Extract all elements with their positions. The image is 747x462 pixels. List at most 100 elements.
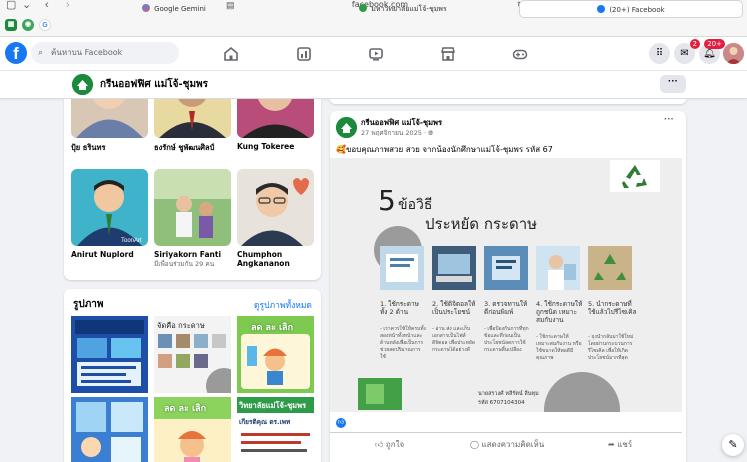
favorite-green-icon[interactable]: ◉ xyxy=(22,19,34,31)
friend-photo-4[interactable]: ToonArt xyxy=(71,169,148,246)
friend-name-2[interactable]: ธงรักษ์ ชูพัฒนศิลป์ xyxy=(154,142,214,154)
step-5-body: - ถุงนำกลับมาใช้ใหม่ โดยผ่านกระบวนการรีไ… xyxy=(588,334,634,361)
pages-icon[interactable] xyxy=(296,46,312,62)
page-more-button[interactable]: ··· xyxy=(660,75,686,93)
post-text: 🥰ขอบคุณภาพสวย สวย จากน้องนักศึกษาแม่โจ้-… xyxy=(336,145,553,154)
infographic-credit-id: รหัส 6707104304 xyxy=(478,400,525,406)
page-name[interactable]: กรีนออฟฟิศ แม่โจ้-ชุมพร xyxy=(100,77,208,92)
post-actions: 👍︎ ถูกใจ ◯ แสดงความคิดเห็น ➦ แชร์ xyxy=(330,432,682,456)
profile-avatar[interactable] xyxy=(723,43,744,64)
browser-chrome: ▢ ⌄ ‹ › ▤ facebook.com ↻ ⇪ + ⧉ ▦ ◉ G Goo… xyxy=(0,0,747,37)
photo-thumb-4-image xyxy=(71,397,148,462)
photo-thumb-2[interactable]: จัดคือ กระดาษ xyxy=(154,316,231,393)
photos-card: รูปภาพ ดูรูปภาพทั้งหมด จัดคือ กระดาษ ลด … xyxy=(64,289,321,462)
share-button[interactable]: ➦ แชร์ xyxy=(608,438,632,451)
video-icon[interactable] xyxy=(368,46,384,62)
friend-photo-6[interactable] xyxy=(237,169,314,246)
tab-google-gemini[interactable]: Google Gemini xyxy=(60,0,288,18)
notifications-button[interactable]: 🔔︎ 20+ xyxy=(699,39,725,64)
photo-thumb-5[interactable]: ลด ละ เลิก xyxy=(154,397,231,462)
friends-card: ปุ้ย ธรินทร ธงรักษ์ ชูพัฒนศิลป์ Kung Tok… xyxy=(64,99,321,280)
step-4-title: 4. ใช้กระดาษให้ถูกชนิด เหมาะสมกับงาน xyxy=(536,300,583,324)
thumbs-up-icon: 👍︎ xyxy=(375,440,386,449)
facebook-logo[interactable]: f xyxy=(5,42,27,64)
photo-thumb-3[interactable]: ลด ละ เลิก xyxy=(237,316,314,393)
friend-name-6[interactable]: Chumphon xyxy=(237,250,282,259)
step-1-image xyxy=(380,246,424,290)
marketplace-icon[interactable] xyxy=(440,46,456,62)
like-reaction-icon[interactable]: 👍︎ xyxy=(336,418,346,428)
friend-photo-2-image xyxy=(154,99,231,138)
tab-maejo-chumphon[interactable]: มหาวิทยาลัยแม่โจ้-ชุมพร xyxy=(290,0,516,18)
friend-photo-3[interactable] xyxy=(237,99,314,138)
facebook-favicon-icon xyxy=(597,5,606,13)
photo-thumb-6-title: วิทยาลัยแม่โจ้-ชุมพร xyxy=(239,401,307,410)
infographic-number: 5 xyxy=(378,184,396,217)
gaming-icon[interactable] xyxy=(512,46,528,62)
messenger-button[interactable]: ✉ 2 xyxy=(674,39,700,64)
photo-thumb-6-sub: เกียรติคุณ ดร.เพท xyxy=(239,418,291,426)
friend-name-3[interactable]: Kung Tokeree xyxy=(237,142,294,151)
friend-photo-5[interactable] xyxy=(154,169,231,246)
step-2-body: - อ่าน ส่ง และเก็บเอกสารเป็นไฟล์ดิจิตอล … xyxy=(432,326,476,353)
photo-thumb-4[interactable] xyxy=(71,397,148,462)
friend-photo-2[interactable] xyxy=(154,99,231,138)
post-image[interactable]: 5 ข้อวิธี ประหยัด กระดาษ 1. ใช้กระดาษทั้… xyxy=(330,158,682,412)
menu-grid-button[interactable]: ⠿ xyxy=(649,43,670,64)
infographic-title-bottom: ประหยัด กระดาษ xyxy=(425,215,538,233)
step-1-title: 1. ใช้กระดาษทั้ง 2 ด้าน xyxy=(380,300,419,316)
photo-thumb-6[interactable]: วิทยาลัยแม่โจ้-ชุมพร เกียรติคุณ ดร.เพท xyxy=(237,397,314,462)
like-button[interactable]: 👍︎ ถูกใจ xyxy=(375,438,404,451)
post-author-avatar[interactable] xyxy=(336,117,357,138)
infographic-credit-name: นายสรวงศ์ หลีรัตน์ ลีนทุม xyxy=(478,391,539,397)
friend-photo-5-image xyxy=(154,169,231,246)
avatar-image xyxy=(723,43,744,64)
new-message-button[interactable]: ✎ xyxy=(722,434,744,456)
friend-name-1[interactable]: ปุ้ย ธรินทร xyxy=(71,142,105,154)
page-header: กรีนออฟฟิศ แม่โจ้-ชุมพร ··· xyxy=(0,71,747,99)
tab-facebook[interactable]: (20+) Facebook xyxy=(519,0,743,18)
friend-photo-1-image xyxy=(71,99,148,138)
friend-name-6-line2[interactable]: Angkananon xyxy=(237,259,290,268)
step-2-image xyxy=(432,246,476,290)
see-all-photos-link[interactable]: ดูรูปภาพทั้งหมด xyxy=(254,298,312,312)
recycle-icon xyxy=(622,165,647,188)
friend-photo-1[interactable] xyxy=(71,99,148,138)
step-1-body: - เราควรใช้ให้ครบทั้งสองหน้าทั้งหน้าและด… xyxy=(380,326,426,360)
post-date[interactable]: 27 พฤศจิกายน 2025 · 🌐︎ xyxy=(361,128,433,138)
step-4-image xyxy=(536,246,580,290)
step-3-image xyxy=(484,246,528,290)
friend-photo-3-image xyxy=(237,99,314,138)
step-3-body: - เพื่อป้องกันการที่ทุกข้อและที่ก่อนเป็น… xyxy=(484,326,529,353)
photo-thumb-2-title: จัดคือ กระดาษ xyxy=(157,321,205,330)
sidebar-icon[interactable]: ▢ xyxy=(6,0,16,11)
compose-icon: ✎ xyxy=(728,439,738,451)
post-menu-button[interactable]: ··· xyxy=(664,114,674,125)
messenger-icon: ✉ xyxy=(680,48,689,59)
photo-thumb-1[interactable] xyxy=(71,316,148,393)
grid-icon: ⠿ xyxy=(655,48,664,59)
messenger-badge: 2 xyxy=(689,39,700,49)
home-icon[interactable] xyxy=(223,46,239,62)
friend-name-5[interactable]: Siriyakorn Fanti xyxy=(154,250,221,259)
globe-icon: 🌐︎ xyxy=(428,129,434,137)
friend-name-4[interactable]: Anirut Nuplord xyxy=(71,250,134,259)
maejo-favicon-icon xyxy=(359,4,368,12)
chevron-down-icon[interactable]: ⌄ xyxy=(22,0,31,11)
back-icon[interactable]: ‹ xyxy=(45,0,49,11)
search-input[interactable]: ⌕ ค้นหาบน Facebook xyxy=(31,42,179,64)
green-office-logo-icon xyxy=(336,117,357,138)
step-5-title: 5. นำกระดาษที่ใช้แล้วไปรีไซเคิล xyxy=(588,300,637,316)
step-3-title: 3. ตรวจทานให้ดีก่อนพิมพ์ xyxy=(484,300,528,316)
share-arrow-icon: ➦ xyxy=(608,440,618,449)
bell-icon: 🔔︎ xyxy=(703,48,716,59)
svg-text:ToonArt: ToonArt xyxy=(121,238,142,244)
favorite-google-icon[interactable]: G xyxy=(39,19,51,31)
previous-post-edge xyxy=(330,99,686,104)
step-4-body: - ใช้กระดาษให้เหมาะสมกับงาน หรือใช้ขนาดใ… xyxy=(536,334,582,361)
page-logo[interactable] xyxy=(72,74,93,95)
favorite-sheets-icon[interactable]: ▦ xyxy=(5,19,17,31)
photo-thumb-5-title: ลด ละ เลิก xyxy=(164,404,207,414)
friend-photo-6-image xyxy=(237,169,314,246)
comment-button[interactable]: ◯ แสดงความคิดเห็น xyxy=(470,438,544,451)
